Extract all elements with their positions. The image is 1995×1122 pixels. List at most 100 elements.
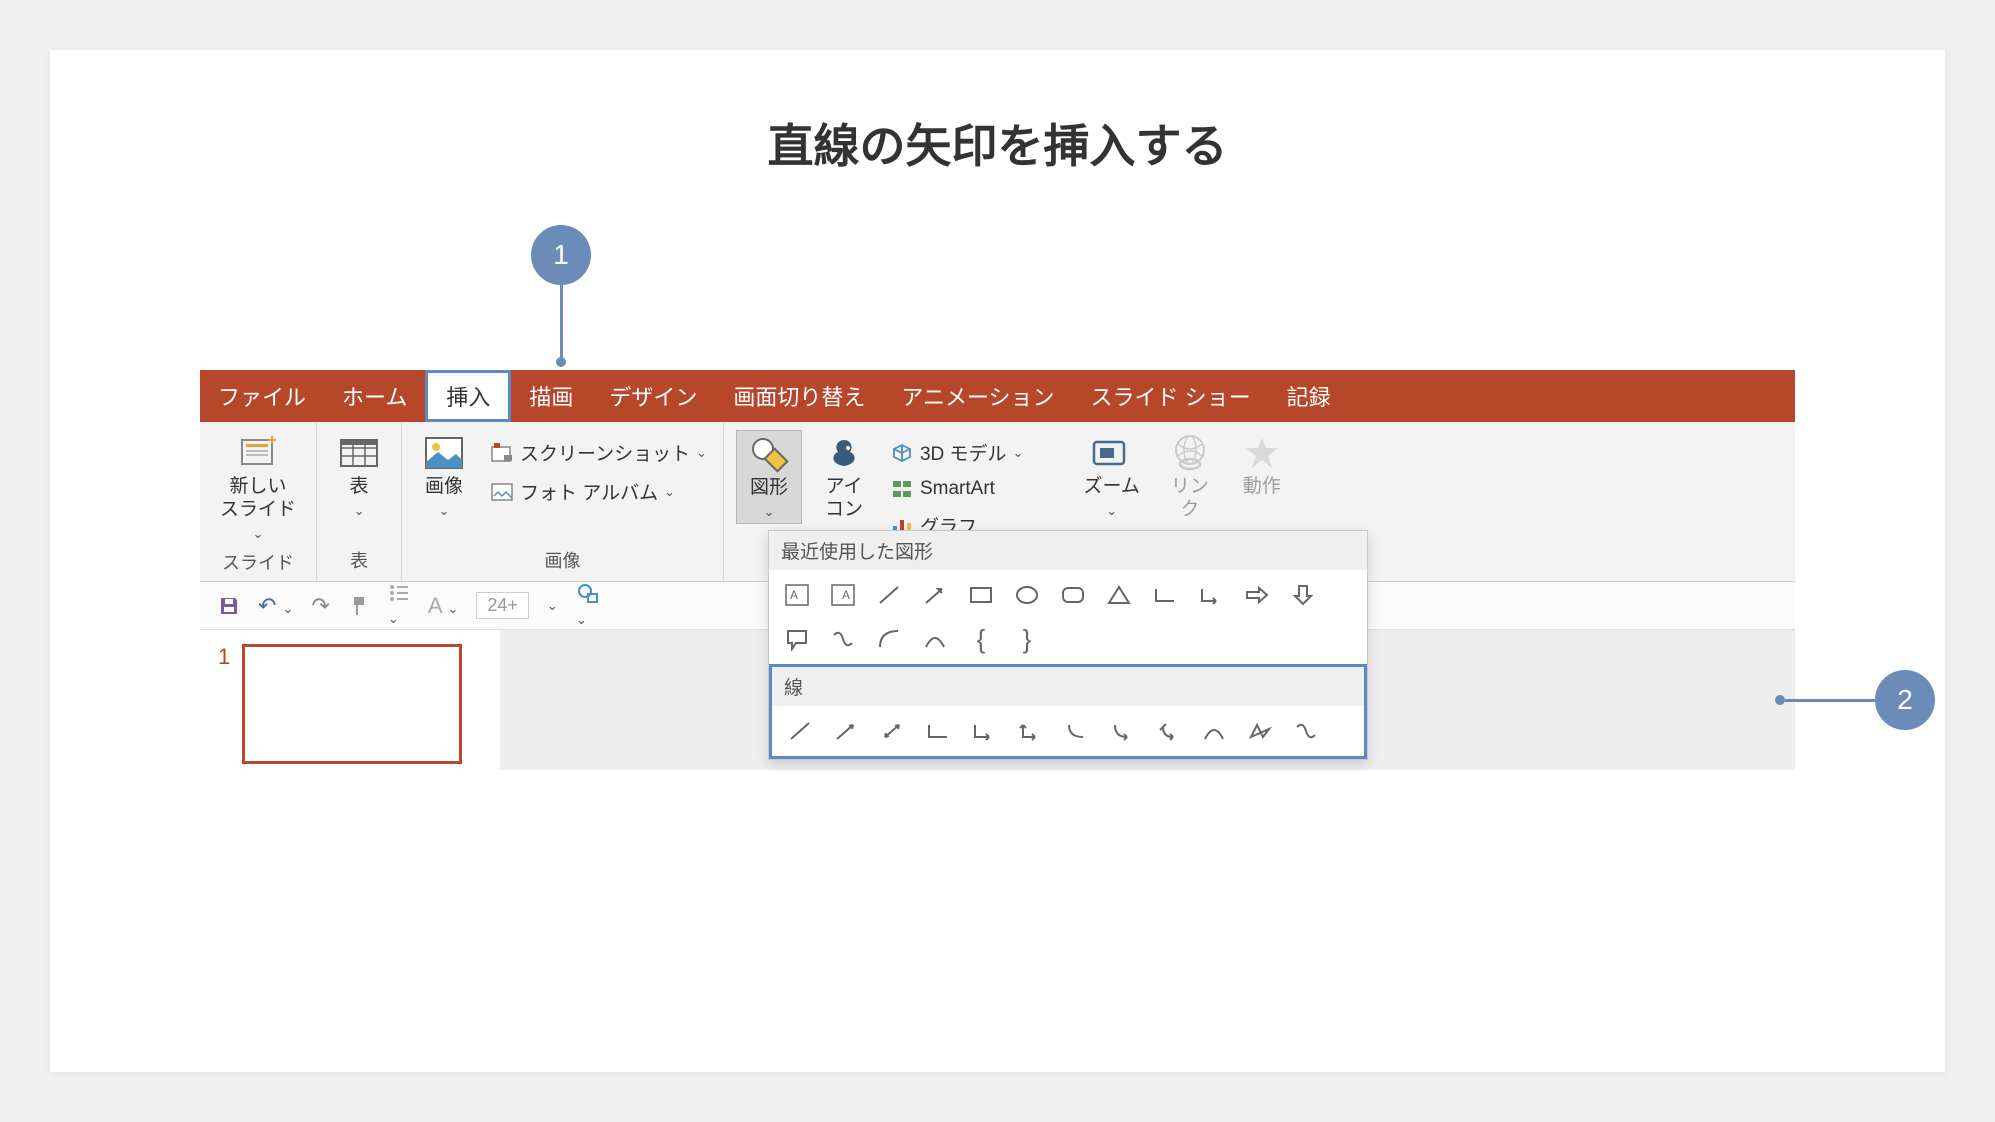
photoalbum-label: フォト アルバム [520, 478, 658, 505]
shapes-button[interactable]: 図形 ⌄ [736, 430, 802, 524]
shape-curve[interactable] [919, 624, 951, 654]
ribbon-tabs: ファイル ホーム 挿入 描画 デザイン 画面切り替え アニメーション スライド … [200, 370, 1795, 422]
shape-block-arrow[interactable] [1241, 580, 1273, 610]
table-icon [337, 434, 381, 472]
chevron-down-icon: ⌄ [764, 504, 775, 520]
popup-recent-header: 最近使用した図形 [769, 531, 1367, 570]
chevron-down-icon: ⌄ [1106, 503, 1117, 519]
font-size-box[interactable]: 24+ [476, 592, 529, 619]
chevron-down-icon[interactable]: ⌄ [547, 598, 558, 614]
shape-textbox-v[interactable]: A [827, 580, 859, 610]
powerpoint-screenshot: ファイル ホーム 挿入 描画 デザイン 画面切り替え アニメーション スライド … [200, 370, 1795, 770]
line-curved[interactable] [1060, 716, 1092, 746]
bullets-icon[interactable]: ⌄ [388, 583, 410, 629]
line-curved-arrow[interactable] [1106, 716, 1138, 746]
shape-elbow-arrow[interactable] [1195, 580, 1227, 610]
new-slide-icon [236, 434, 280, 472]
callout-2: 2 [1775, 670, 1935, 730]
shape-arc[interactable] [873, 624, 905, 654]
icons-button[interactable]: アイ コン [814, 430, 874, 526]
slide-thumbnail[interactable] [242, 644, 462, 764]
slide-number: 1 [218, 644, 230, 756]
new-slide-label: 新しい スライド [220, 476, 296, 522]
table-button[interactable]: 表 ⌄ [329, 430, 389, 522]
callout-badge-2: 2 [1875, 670, 1935, 730]
icons-icon [822, 434, 866, 472]
shape-callout[interactable] [781, 624, 813, 654]
zoom-icon [1090, 434, 1134, 472]
screenshot-icon [490, 442, 514, 464]
shape-l-connector[interactable] [1149, 580, 1181, 610]
tab-slideshow[interactable]: スライド ショー [1073, 370, 1269, 422]
group-label-slide: スライド [212, 545, 304, 579]
font-color-icon[interactable]: A ⌄ [428, 593, 458, 619]
action-icon [1240, 434, 1284, 472]
link-button: リン ク [1160, 430, 1220, 526]
line-double-arrow[interactable] [876, 716, 908, 746]
chevron-down-icon: ⌄ [696, 445, 707, 461]
line-elbow[interactable] [922, 716, 954, 746]
group-table: 表 ⌄ 表 [317, 422, 402, 581]
shapes-label: 図形 [750, 477, 788, 500]
shapes-qat-icon[interactable]: ⌄ [576, 582, 600, 630]
line-curved-double[interactable] [1152, 716, 1184, 746]
format-painter-icon[interactable] [348, 595, 370, 617]
line-straight[interactable] [784, 716, 816, 746]
shape-down-arrow[interactable] [1287, 580, 1319, 610]
page-title: 直線の矢印を挿入する [150, 110, 1845, 176]
callout-1: 1 [531, 225, 591, 367]
icons-label: アイ コン [825, 476, 863, 522]
smartart-icon [890, 478, 914, 500]
link-icon [1168, 434, 1212, 472]
tab-transition[interactable]: 画面切り替え [715, 370, 883, 422]
new-slide-button[interactable]: 新しい スライド ⌄ [212, 430, 304, 545]
lines-row [772, 706, 1364, 756]
smartart-label: SmartArt [920, 478, 995, 500]
shape-line[interactable] [873, 580, 905, 610]
image-icon [422, 434, 466, 472]
shape-oval[interactable] [1011, 580, 1043, 610]
group-label-image: 画像 [414, 543, 711, 577]
shapes-icon [747, 435, 791, 473]
screenshot-label: スクリーンショット [520, 439, 690, 466]
tab-animation[interactable]: アニメーション [883, 370, 1072, 422]
shape-textbox[interactable]: A [781, 580, 813, 610]
shape-triangle[interactable] [1103, 580, 1135, 610]
tab-draw[interactable]: 描画 [511, 370, 591, 422]
popup-lines-header: 線 [772, 667, 1364, 706]
table-label: 表 [350, 476, 369, 499]
lines-section-highlighted: 線 [769, 664, 1367, 759]
line-freeform[interactable] [1244, 716, 1276, 746]
shape-rect[interactable] [965, 580, 997, 610]
shape-brace-right[interactable]: } [1011, 624, 1043, 654]
tab-design[interactable]: デザイン [591, 370, 715, 422]
shape-roundrect[interactable] [1057, 580, 1089, 610]
tab-file[interactable]: ファイル [200, 370, 324, 422]
tab-home[interactable]: ホーム [324, 370, 425, 422]
action-button: 動作 [1232, 430, 1292, 503]
zoom-label: ズーム [1083, 476, 1139, 499]
line-elbow-double[interactable] [1014, 716, 1046, 746]
line-elbow-arrow[interactable] [968, 716, 1000, 746]
photoalbum-button[interactable]: フォト アルバム ⌄ [486, 475, 711, 508]
save-icon[interactable] [218, 595, 240, 617]
line-scribble[interactable] [1290, 716, 1322, 746]
shape-brace-left[interactable]: { [965, 624, 997, 654]
tab-record[interactable]: 記録 [1269, 370, 1349, 422]
svg-text:A: A [790, 588, 798, 602]
shape-connector[interactable] [827, 624, 859, 654]
screenshot-button[interactable]: スクリーンショット ⌄ [486, 436, 711, 469]
image-button[interactable]: 画像 ⌄ [414, 430, 474, 522]
chevron-down-icon: ⌄ [1013, 445, 1024, 461]
zoom-button[interactable]: ズーム ⌄ [1075, 430, 1147, 522]
shape-arrow-line[interactable] [919, 580, 951, 610]
line-arrow[interactable] [830, 716, 862, 746]
photoalbum-icon [490, 481, 514, 503]
3dmodels-button[interactable]: 3D モデル ⌄ [886, 436, 1027, 469]
tab-insert[interactable]: 挿入 [425, 370, 511, 422]
line-curve-free[interactable] [1198, 716, 1230, 746]
redo-icon[interactable]: ↷ [311, 593, 329, 619]
smartart-button[interactable]: SmartArt [886, 475, 1027, 503]
undo-icon[interactable]: ↶ ⌄ [258, 593, 293, 619]
image-label: 画像 [425, 476, 463, 499]
